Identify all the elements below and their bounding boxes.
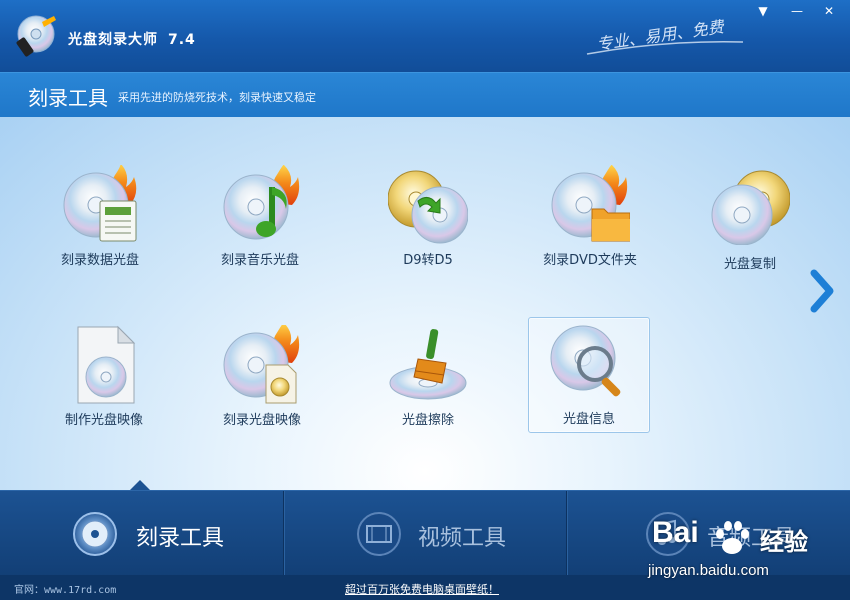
- wallpaper-ad-link[interactable]: 超过百万张免费电脑桌面壁纸！: [345, 581, 499, 597]
- tool-label: 刻录DVD文件夹: [543, 253, 637, 268]
- watermark-cn: 经验: [760, 528, 808, 556]
- tool-burn-disc-image[interactable]: 刻录光盘映像: [202, 325, 322, 437]
- section-description: 采用先进的防烧死技术，刻录快速又稳定: [118, 91, 316, 104]
- tool-disc-info[interactable]: 光盘信息: [528, 317, 650, 433]
- disc-burn-icon: [73, 512, 117, 556]
- nav-tab-video-tools[interactable]: 视频工具: [283, 491, 567, 576]
- tool-label: 光盘信息: [562, 412, 615, 427]
- tool-burn-music-disc[interactable]: 刻录音乐光盘: [200, 165, 320, 277]
- d9-to-d5-icon: [388, 170, 468, 244]
- disc-info-icon: [550, 325, 621, 397]
- app-window: 光盘刻录大师 7.4 专业、易用、免费 ▼ — ✕ 刻录工具 采用先进的防烧死技术…: [0, 0, 850, 600]
- burn-dvd-folder-icon: [551, 165, 630, 242]
- tool-burn-dvd-folder[interactable]: 刻录DVD文件夹: [530, 165, 650, 277]
- slogan-swoosh-icon: [586, 41, 744, 55]
- app-logo-icon: [16, 15, 56, 57]
- tool-label: 刻录数据光盘: [60, 253, 139, 268]
- app-version: 7.4: [168, 32, 196, 48]
- nav-label: 视频工具: [418, 526, 507, 551]
- tool-disc-erase[interactable]: 光盘擦除: [368, 325, 488, 437]
- baidu-jingyan-watermark: Bai 经验 jingyan.baidu.com: [648, 510, 848, 585]
- close-button[interactable]: ✕: [818, 4, 840, 18]
- title-bar: 光盘刻录大师 7.4 专业、易用、免费 ▼ — ✕: [0, 0, 850, 72]
- app-title: 光盘刻录大师 7.4: [68, 29, 196, 49]
- disc-erase-icon: [389, 329, 467, 400]
- burn-music-disc-icon: [223, 165, 300, 240]
- app-name: 光盘刻录大师: [68, 32, 158, 48]
- tool-label: 刻录音乐光盘: [220, 253, 299, 268]
- menu-button[interactable]: ▼: [752, 4, 774, 18]
- tool-label: 刻录光盘映像: [222, 413, 301, 428]
- tool-label: 制作光盘映像: [64, 413, 143, 428]
- nav-tab-burn-tools[interactable]: 刻录工具: [0, 491, 283, 576]
- tool-label: 光盘复制: [723, 257, 776, 272]
- tool-d9-to-d5[interactable]: D9转D5: [368, 165, 488, 277]
- tool-make-disc-image[interactable]: 制作光盘映像: [44, 325, 164, 437]
- next-page-arrow-icon[interactable]: [808, 269, 836, 313]
- paw-icon: [716, 521, 749, 554]
- tool-label: 光盘擦除: [401, 413, 454, 428]
- tool-label: D9转D5: [403, 253, 453, 268]
- tool-burn-data-disc[interactable]: 刻录数据光盘: [40, 165, 160, 277]
- make-disc-image-icon: [77, 325, 136, 404]
- film-icon: [357, 512, 401, 556]
- disc-copy-icon: [711, 170, 790, 245]
- burn-disc-image-icon: [223, 325, 300, 404]
- website-label: 官网：www.17rd.com: [14, 585, 117, 596]
- nav-label: 刻录工具: [136, 526, 225, 551]
- tool-grid: 刻录数据光盘 刻录音乐光盘 D9转D5 刻录DVD文件夹 光盘复制 制作光盘映像…: [0, 117, 850, 490]
- section-header: 刻录工具 采用先进的防烧死技术，刻录快速又稳定: [0, 72, 850, 118]
- minimize-button[interactable]: —: [786, 4, 808, 18]
- burn-data-disc-icon: [63, 165, 137, 242]
- section-title: 刻录工具: [28, 86, 108, 110]
- watermark-brand: Bai: [652, 516, 699, 549]
- tool-disc-copy[interactable]: 光盘复制: [690, 165, 810, 277]
- watermark-url: jingyan.baidu.com: [648, 562, 769, 579]
